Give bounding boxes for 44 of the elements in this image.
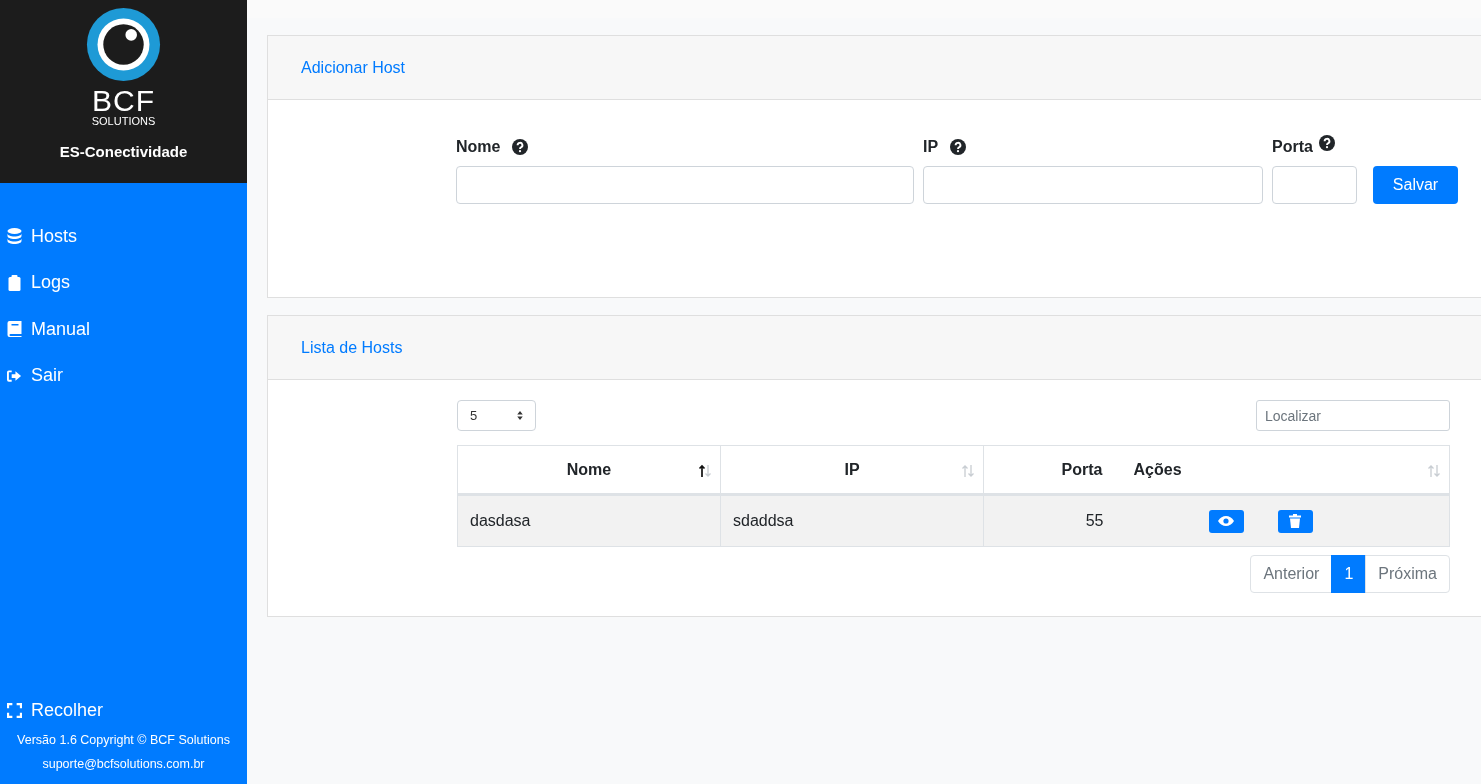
page-size-select[interactable]: 5 bbox=[457, 400, 536, 431]
card-title: Adicionar Host bbox=[301, 58, 406, 77]
card-title: Lista de Hosts bbox=[301, 338, 403, 357]
collapse-button[interactable]: Recolher bbox=[0, 692, 247, 728]
sign-out-icon bbox=[7, 367, 22, 384]
database-icon bbox=[7, 228, 22, 245]
table-cell: sdaddsa bbox=[720, 494, 984, 547]
nav-item[interactable]: Logs bbox=[0, 259, 247, 306]
expand-icon bbox=[7, 702, 22, 718]
eye-icon bbox=[1218, 516, 1234, 526]
text-input[interactable] bbox=[1272, 166, 1357, 204]
field-label: IP bbox=[923, 138, 939, 156]
sort-icon bbox=[1427, 464, 1441, 478]
book-icon bbox=[7, 321, 22, 338]
delete-button[interactable] bbox=[1277, 509, 1313, 533]
help-icon[interactable] bbox=[1318, 135, 1335, 151]
app-name: ES-Conectividade bbox=[59, 143, 188, 160]
logo-text: BCF bbox=[92, 87, 155, 115]
help-icon[interactable] bbox=[950, 139, 967, 155]
logo-subtext: SOLUTIONS bbox=[91, 115, 156, 127]
nav-item[interactable]: Hosts bbox=[0, 213, 247, 260]
help-icon[interactable] bbox=[512, 139, 529, 155]
version-text: Versão 1.6 Copyright © BCF Solutions bbox=[16, 732, 231, 749]
trash-icon bbox=[1289, 514, 1301, 528]
updown-caret-icon bbox=[516, 410, 524, 421]
table-cell: 55 bbox=[983, 494, 1104, 547]
text-input[interactable] bbox=[923, 166, 1263, 204]
eye-logo-icon bbox=[85, 6, 162, 83]
support-email: suporte@bcfsolutions.com.br bbox=[41, 756, 206, 773]
text-input[interactable] bbox=[456, 166, 914, 204]
save-button[interactable]: Salvar bbox=[1373, 166, 1458, 204]
nav-item[interactable]: Manual bbox=[0, 306, 247, 353]
page-button[interactable]: 1 bbox=[1331, 555, 1367, 593]
sort-icon bbox=[698, 464, 712, 478]
previous-page-button[interactable]: Anterior bbox=[1250, 555, 1333, 593]
table-cell: dasdasa bbox=[457, 494, 721, 547]
clipboard-icon bbox=[7, 274, 22, 291]
view-button[interactable] bbox=[1208, 509, 1244, 533]
field-label: Porta bbox=[1272, 138, 1313, 156]
sort-icon bbox=[961, 464, 975, 478]
search-field[interactable]: Localizar bbox=[1256, 400, 1450, 431]
next-page-button[interactable]: Próxima bbox=[1365, 555, 1450, 593]
field-label: Nome bbox=[456, 138, 501, 156]
nav-item[interactable]: Sair bbox=[0, 352, 247, 399]
